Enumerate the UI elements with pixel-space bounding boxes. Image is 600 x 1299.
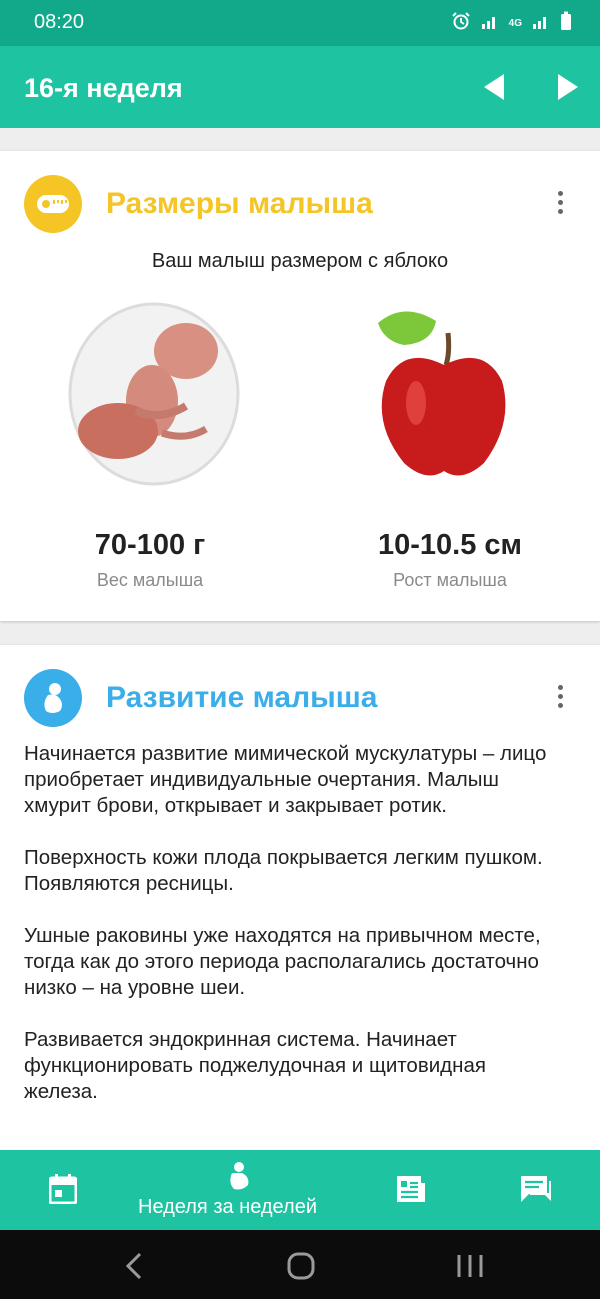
- weight-label: Вес малыша: [96, 570, 204, 590]
- development-paragraph: Начинается развитие мимической мускулату…: [24, 742, 547, 817]
- app-bar: 16-я неделя: [0, 46, 600, 128]
- tab-week-by-week-label: Неделя за неделей: [138, 1196, 317, 1218]
- height-stat: 10-10.5 см Рост малыша: [300, 529, 600, 591]
- battery-icon: [560, 11, 572, 36]
- calendar-icon: [49, 1174, 77, 1204]
- tab-chat[interactable]: [494, 1150, 580, 1230]
- weight-value: 70-100 г: [94, 529, 206, 561]
- tab-week-by-week[interactable]: Неделя за неделей: [130, 1150, 350, 1230]
- weight-stat: 70-100 г Вес малыша: [0, 529, 300, 591]
- apple-illustration: [374, 303, 514, 483]
- triangle-left-icon: [484, 74, 504, 100]
- development-paragraph: Ушные раковины уже находятся на привычно…: [24, 924, 541, 999]
- recents-icon: [457, 1255, 483, 1277]
- alarm-icon: [451, 11, 471, 36]
- status-time: 08:20: [34, 11, 85, 33]
- articles-icon: [397, 1176, 425, 1202]
- bottom-navigation: Неделя за неделей: [0, 1150, 600, 1230]
- next-week-button[interactable]: [550, 70, 584, 104]
- chat-icon: [521, 1176, 551, 1202]
- size-card-more-button[interactable]: [552, 191, 568, 219]
- triangle-right-icon: [558, 74, 578, 100]
- chevron-left-icon: [125, 1252, 142, 1280]
- size-comparison-text: Ваш малыш размером с яблоко: [151, 250, 449, 272]
- back-button[interactable]: [124, 1252, 144, 1285]
- development-paragraph: Развивается эндокринная система. Начинае…: [24, 1028, 486, 1103]
- development-paragraph: Поверхность кожи плода покрывается легки…: [24, 846, 543, 895]
- home-icon: [287, 1252, 315, 1280]
- baby-development-title: Развитие малыша: [106, 681, 378, 714]
- previous-week-button[interactable]: [478, 70, 512, 104]
- fetus-illustration: [66, 301, 242, 487]
- baby-size-title: Размеры малыша: [106, 187, 373, 220]
- baby-development-card: Развитие малыша Начинается развитие мими…: [0, 645, 600, 1150]
- development-text: Начинается развитие мимической мускулату…: [24, 741, 564, 1131]
- height-label: Рост малыша: [393, 570, 507, 590]
- baby-size-card: Размеры малыша Ваш малыш размером с ябло…: [0, 151, 600, 621]
- development-card-more-button[interactable]: [552, 685, 568, 713]
- tab-calendar[interactable]: [20, 1150, 106, 1230]
- week-title: 16-я неделя: [24, 73, 183, 103]
- measuring-tape-icon: [24, 175, 82, 233]
- baby-footprint-icon: [230, 1162, 249, 1190]
- network-type: 4G: [508, 18, 522, 29]
- height-value: 10-10.5 см: [378, 529, 522, 561]
- signal-icon: [481, 12, 499, 35]
- fetus-icon: [24, 669, 82, 727]
- status-bar: 08:20 4G: [0, 0, 600, 46]
- status-icons: 4G: [451, 11, 572, 36]
- home-button[interactable]: [287, 1252, 315, 1285]
- signal-icon-2: [532, 12, 550, 35]
- recents-button[interactable]: [456, 1254, 484, 1283]
- tab-articles[interactable]: [370, 1150, 454, 1230]
- system-navigation-bar: [0, 1230, 600, 1299]
